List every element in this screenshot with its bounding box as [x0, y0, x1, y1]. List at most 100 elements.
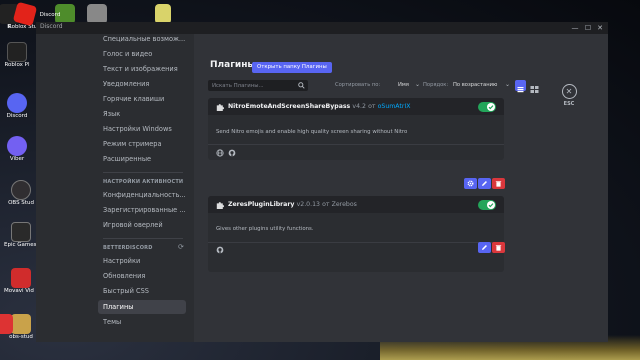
- open-plugins-folder-button[interactable]: Открыть папку Плагины: [252, 62, 332, 73]
- sidebar-item-voice-video[interactable]: Голос и видео: [98, 47, 186, 61]
- discord-icon: [7, 93, 27, 113]
- plugin-edit-button[interactable]: [478, 242, 491, 253]
- sidebar-item-bd-themes[interactable]: Темы: [98, 315, 186, 329]
- desktop-icon-roblox-player[interactable]: Roblox Pl: [0, 42, 34, 69]
- plugin-description: Gives other plugins utility functions.: [216, 226, 314, 232]
- betterdiscord-header: BETTERDISCORD: [103, 245, 153, 251]
- plugin-enable-toggle[interactable]: [478, 102, 496, 112]
- plugin-card-header: NitroEmoteAndScreenShareBypass v4.2 от o…: [208, 98, 504, 115]
- plugin-title: ZeresPluginLibrary v2.0.13 от Zerebos: [228, 201, 357, 208]
- sidebar-divider: [103, 172, 183, 173]
- minimize-button[interactable]: —: [570, 23, 580, 33]
- sidebar-item-streamer-mode[interactable]: Режим стримера: [98, 137, 186, 151]
- github-icon[interactable]: [228, 149, 236, 157]
- sidebar-item-bd-plugins[interactable]: Плагины: [98, 300, 186, 314]
- obs-icon: [11, 180, 31, 200]
- sidebar-item-game-overlay[interactable]: Игровой оверлей: [98, 218, 186, 232]
- plugin-edit-button[interactable]: [478, 178, 491, 189]
- plugin-name: ZeresPluginLibrary: [228, 201, 295, 208]
- gear-icon: [467, 180, 474, 187]
- esc-label: ESC: [563, 101, 575, 107]
- sidebar-item-keybinds[interactable]: Горячие клавиши: [98, 92, 186, 106]
- close-icon[interactable]: ✕: [561, 84, 577, 99]
- desktop-icon-game[interactable]: [80, 4, 114, 24]
- desktop-icon-obs[interactable]: OBS Stud: [4, 180, 38, 207]
- desktop-icon-discord[interactable]: Discord: [0, 93, 34, 120]
- plugin-delete-button[interactable]: [492, 178, 505, 189]
- sort-by-label: Сортировать по:: [335, 82, 381, 88]
- desktop-icon-red[interactable]: [0, 314, 20, 334]
- list-view-button[interactable]: [515, 80, 526, 93]
- globe-icon[interactable]: [216, 149, 224, 157]
- sort-by-select[interactable]: Имя: [398, 82, 409, 88]
- app-icon: [0, 314, 13, 334]
- plugin-title: NitroEmoteAndScreenShareBypass v4.2 от o…: [228, 103, 410, 110]
- plugin-card: NitroEmoteAndScreenShareBypass v4.2 от o…: [208, 98, 504, 160]
- plugin-author-link[interactable]: oSumAtrIX: [378, 103, 411, 110]
- window-title: Discord: [40, 23, 63, 30]
- sidebar-item-activity-privacy[interactable]: Конфиденциальность...: [98, 188, 186, 202]
- list-view-icon: [517, 87, 524, 93]
- grid-view-icon: [530, 86, 539, 93]
- refresh-icon[interactable]: ⟳: [178, 243, 184, 251]
- plugin-version: v2.0.13: [296, 201, 320, 208]
- plugin-enable-toggle[interactable]: [478, 200, 496, 210]
- desktop-icon-epic-games[interactable]: Epic Games Launcher: [4, 222, 38, 249]
- puzzle-icon: [216, 104, 224, 111]
- plugin-description: Send Nitro emojis and enable high qualit…: [216, 129, 408, 135]
- trash-icon: [495, 245, 502, 251]
- desktop-icon-discord-top[interactable]: Discord: [33, 12, 67, 19]
- grid-view-button[interactable]: [529, 80, 540, 93]
- plugin-version: v4.2: [352, 103, 366, 110]
- sidebar-item-registered-games[interactable]: Зарегистрированные ...: [98, 203, 186, 217]
- plugin-by: от: [368, 103, 376, 110]
- plugin-search-box: [208, 80, 308, 91]
- plugin-author: Zerebos: [331, 201, 357, 208]
- plugin-search-input[interactable]: [212, 80, 298, 91]
- discord-window: Discord — ☐ ✕ Специальные возмож... Голо…: [36, 22, 608, 342]
- plugin-card-header: ZeresPluginLibrary v2.0.13 от Zerebos: [208, 196, 504, 213]
- plugins-content: Плагины Открыть папку Плагины Сортироват…: [194, 34, 608, 342]
- sidebar-item-accessibility[interactable]: Специальные возмож...: [98, 32, 186, 46]
- settings-sidebar: Специальные возмож... Голос и видео Текс…: [36, 34, 194, 342]
- sidebar-item-bd-settings[interactable]: Настройки: [98, 254, 186, 268]
- plugin-delete-button[interactable]: [492, 242, 505, 253]
- sidebar-item-bd-custom-css[interactable]: Быстрый CSS: [98, 284, 186, 298]
- plugin-name: NitroEmoteAndScreenShareBypass: [228, 103, 351, 110]
- roblox-player-icon: [7, 42, 27, 62]
- desktop-icon-viber[interactable]: Viber: [0, 136, 34, 163]
- pencil-icon: [482, 245, 487, 250]
- plugin-card-divider: [208, 242, 504, 243]
- order-label: Порядок:: [423, 82, 449, 88]
- sidebar-item-windows-settings[interactable]: Настройки Windows: [98, 122, 186, 136]
- puzzle-icon: [216, 202, 224, 209]
- desktop-icon-document[interactable]: [146, 4, 180, 24]
- check-icon: [488, 203, 494, 208]
- movavi-icon: [11, 268, 31, 288]
- page-title: Плагины: [210, 60, 256, 70]
- search-icon: [298, 82, 305, 89]
- toggle-knob: [487, 201, 495, 209]
- esc-close[interactable]: ✕ ESC: [558, 84, 580, 107]
- maximize-button[interactable]: ☐: [583, 23, 593, 33]
- plugin-by: от: [322, 201, 330, 208]
- order-select[interactable]: По возрастанию: [453, 82, 497, 88]
- plugin-card: ZeresPluginLibrary v2.0.13 от Zerebos Gi…: [208, 196, 504, 272]
- close-window-button[interactable]: ✕: [595, 23, 605, 33]
- chevron-down-icon[interactable]: ⌄: [415, 81, 420, 88]
- sidebar-item-advanced[interactable]: Расширенные: [98, 152, 186, 166]
- sidebar-item-bd-updates[interactable]: Обновления: [98, 269, 186, 283]
- chevron-down-icon[interactable]: ⌄: [505, 81, 510, 88]
- sidebar-item-text-images[interactable]: Текст и изображения: [98, 62, 186, 76]
- toggle-knob: [487, 103, 495, 111]
- trash-icon: [495, 181, 502, 187]
- activity-settings-header: НАСТРОЙКИ АКТИВНОСТИ: [103, 179, 184, 185]
- sidebar-item-language[interactable]: Язык: [98, 107, 186, 121]
- github-icon[interactable]: [216, 246, 224, 254]
- sidebar-divider: [103, 238, 183, 239]
- sidebar-item-notifications[interactable]: Уведомления: [98, 77, 186, 91]
- desktop-icon-movavi[interactable]: Movavi Vid Editor 2: [4, 268, 38, 295]
- document-icon: [155, 4, 171, 24]
- viber-icon: [7, 136, 27, 156]
- plugin-settings-button[interactable]: [464, 178, 477, 189]
